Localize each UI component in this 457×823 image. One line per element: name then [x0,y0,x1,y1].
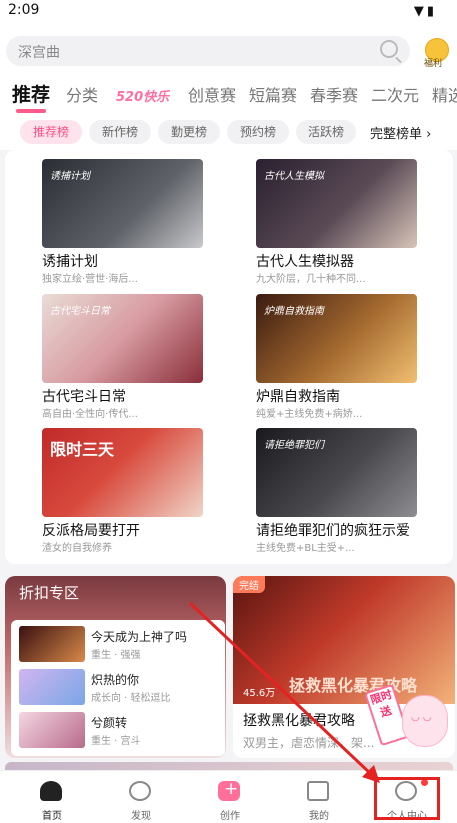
nav-label: 首页 [42,811,62,822]
search-row: 深宫曲 [0,26,457,74]
chip-update-rank[interactable]: 勤更榜 [158,120,220,144]
cover-text: 诱捕计划 [50,171,90,182]
nav-label: 创作 [220,811,240,822]
book-tags: 九大阶层，几十种不同... [256,274,366,285]
book-card[interactable]: 古代宅斗日常 古代宅斗日常 高自由·全性向·传代... [42,294,232,420]
cover-text: 炉鼎自救指南 [264,306,324,317]
next-row-preview [5,762,453,770]
book-cover[interactable]: 请拒绝罪犯们 [256,428,417,517]
home-icon [40,781,62,801]
wifi-battery-icon: ▼▮ [413,4,437,19]
book-thumbnail[interactable] [19,669,85,705]
book-tags: 重生 · 强强 [91,650,141,661]
full-rank-link[interactable]: 完整榜单 › [370,123,431,142]
nav-create[interactable]: 创作 [200,771,260,823]
book-tags: 重生 · 宫斗 [91,736,141,747]
tab-creative-contest[interactable]: 创意赛 [188,82,236,106]
tab-recommend[interactable]: 推荐 [12,80,50,113]
nav-mine[interactable]: 我的 [289,771,349,823]
discover-icon [129,781,151,801]
cover-text: 古代人生模拟 [264,171,324,182]
book-cover[interactable]: 古代人生模拟 [256,159,417,248]
cover-text: 古代宅斗日常 [50,306,110,317]
search-placeholder: 深宫曲 [18,45,60,61]
book-tags: 独家立绘·营世·海后... [42,274,138,285]
discount-section: 折扣专区 今天成为上神了吗 重生 · 强强 炽热的你 成长向 · 轻松逗比 兮颜… [5,576,226,758]
promo-text: 限时送 [368,687,394,720]
status-time: 2:09 [8,2,40,18]
list-item[interactable]: 兮颜转 重生 · 宫斗 [19,712,219,752]
chip-active-rank[interactable]: 活跃榜 [296,120,356,144]
book-card[interactable]: 诱捕计划 诱捕计划 独家立绘·营世·海后... [42,159,232,285]
tab-acg[interactable]: 二次元 [371,82,419,106]
chip-reserve-rank[interactable]: 预约榜 [227,120,289,144]
list-item[interactable]: 炽热的你 成长向 · 轻松逗比 [19,669,219,709]
highlight-box [374,777,440,820]
nav-discover[interactable]: 发现 [111,771,171,823]
tab-featured[interactable]: 精选 [432,82,457,106]
tab-520-event[interactable]: 520快乐 [116,86,169,105]
folder-icon [307,781,329,801]
book-card[interactable]: 请拒绝罪犯们 请拒绝罪犯们的疯狂示爱 主线免费+BL主受+... [256,428,446,554]
book-title[interactable]: 今天成为上神了吗 [91,628,187,645]
book-tags: 高自由·全性向·传代... [42,409,138,420]
welfare-label[interactable]: 福利 [424,56,442,69]
book-card[interactable]: 炉鼎自救指南 炉鼎自救指南 纯爱+主线免费+病娇... [256,294,446,420]
book-tags: 成长向 · 轻松逗比 [91,693,171,704]
book-title[interactable]: 诱捕计划 [42,251,98,271]
view-count: 45.6万 [243,688,276,699]
book-card[interactable]: 限时三天 反派格局要打开 渣女的自我修养 [42,428,232,554]
ranking-chips: 推荐榜 新作榜 勤更榜 预约榜 活跃榜 完整榜单 › [0,114,457,150]
chip-new-rank[interactable]: 新作榜 [89,120,151,144]
book-card[interactable]: 古代人生模拟 古代人生模拟器 九大阶层，几十种不同... [256,159,446,285]
book-cover[interactable]: 限时三天 [42,428,203,517]
book-title[interactable]: 兮颜转 [91,714,127,731]
book-title[interactable]: 炉鼎自救指南 [256,386,340,406]
featured-tags: 双男主，虐恋情深，架... [243,736,375,750]
featured-title[interactable]: 拯救黑化暴君攻略 [243,710,355,730]
chip-recommend-rank[interactable]: 推荐榜 [20,120,82,144]
nav-home[interactable]: 首页 [22,771,82,823]
book-thumbnail[interactable] [19,626,85,662]
tab-category[interactable]: 分类 [66,82,98,106]
cover-text: 请拒绝罪犯们 [264,440,324,451]
book-tags: 纯爱+主线免费+病娇... [256,409,363,420]
discount-header[interactable]: 折扣专区 [19,582,79,603]
nav-label: 发现 [131,811,151,822]
book-title[interactable]: 请拒绝罪犯们的疯狂示爱 [256,520,410,540]
list-item[interactable]: 今天成为上神了吗 重生 · 强强 [19,626,219,666]
book-cover[interactable]: 炉鼎自救指南 [256,294,417,383]
book-cover[interactable]: 诱捕计划 [42,159,203,248]
book-title[interactable]: 古代人生模拟器 [256,251,354,271]
tab-spring-contest[interactable]: 春季赛 [310,82,358,106]
book-tags: 渣女的自我修养 [42,543,112,554]
book-cover[interactable]: 古代宅斗日常 [42,294,203,383]
search-icon[interactable] [380,40,398,58]
cover-text: 限时三天 [50,440,115,459]
nav-label: 我的 [309,811,329,822]
book-title[interactable]: 炽热的你 [91,671,139,688]
book-title[interactable]: 古代宅斗日常 [42,386,126,406]
search-bar[interactable]: 深宫曲 [6,36,410,66]
mascot-icon [402,695,448,747]
discount-list: 今天成为上神了吗 重生 · 强强 炽热的你 成长向 · 轻松逗比 兮颜转 重生 … [11,620,225,756]
category-tabs: 推荐 分类 520快乐 创意赛 短篇赛 春季赛 二次元 精选 [0,74,457,114]
book-tags: 主线免费+BL主受+... [256,543,355,554]
book-grid: 诱捕计划 诱捕计划 独家立绘·营世·海后... 古代人生模拟 古代人生模拟器 九… [5,150,453,564]
status-bar: 2:09 ▼▮ [0,0,457,26]
book-thumbnail[interactable] [19,712,85,748]
promo-badge[interactable]: 限时送 [364,683,448,757]
create-plus-icon [218,779,240,801]
status-badge: 完结 [233,576,265,593]
book-title[interactable]: 反派格局要打开 [42,520,140,540]
tab-short-contest[interactable]: 短篇赛 [249,82,297,106]
